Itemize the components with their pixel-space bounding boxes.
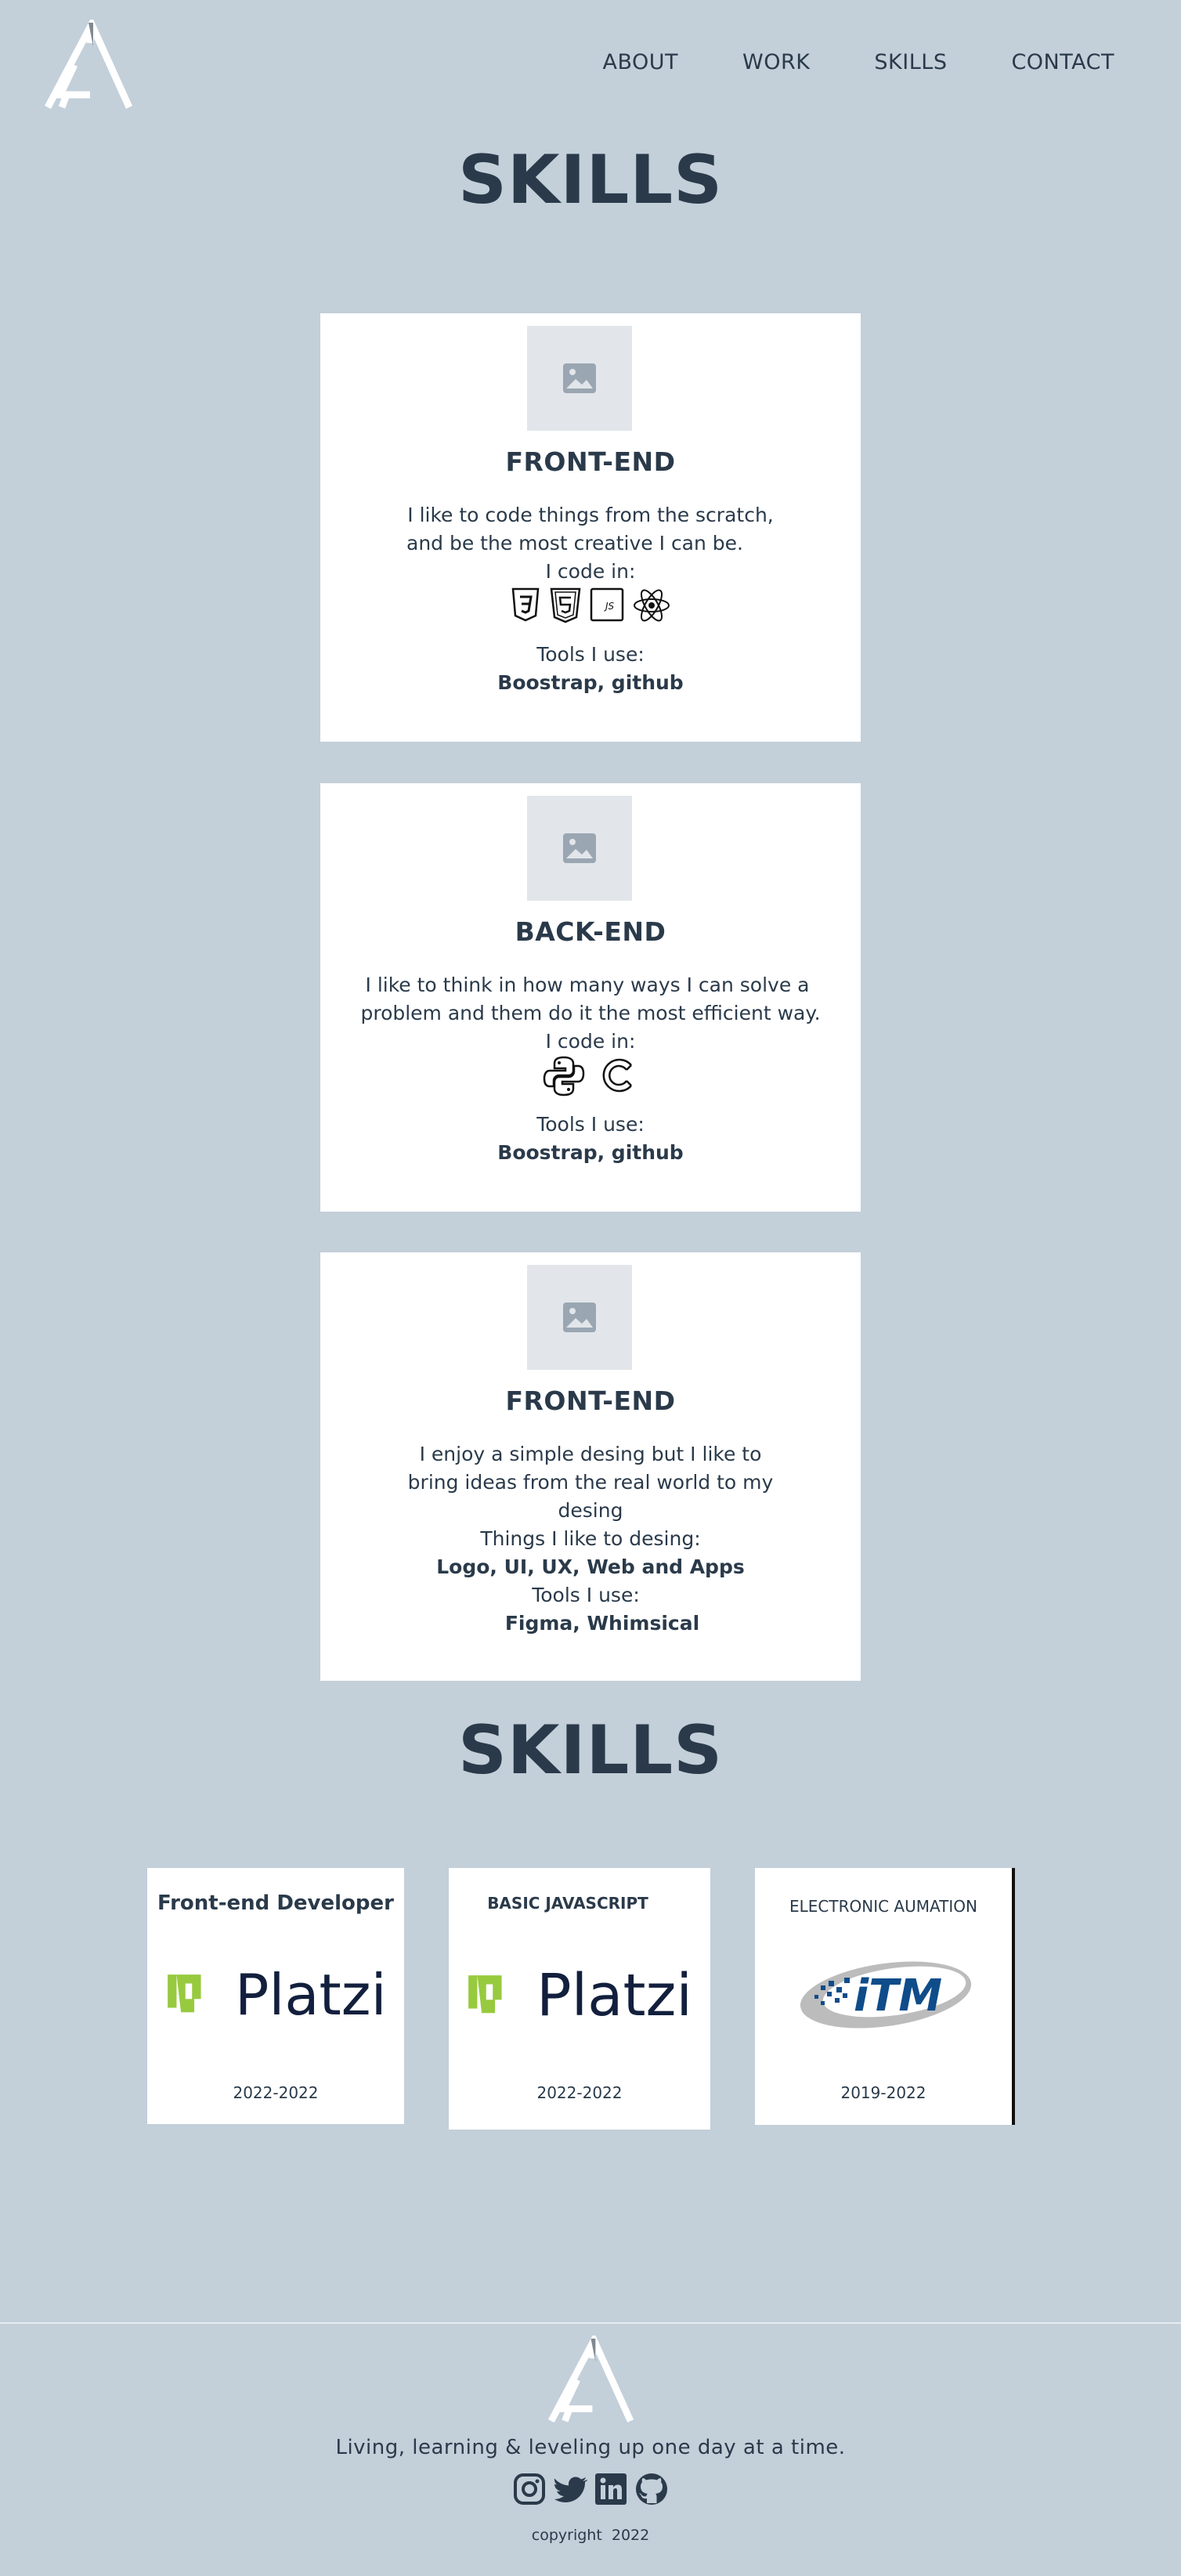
certificate-card[interactable]: Front-end Developer Platzi 2022-2022 [147, 1868, 404, 2124]
card-description: I enjoy a simple desing but I like to br… [320, 1440, 861, 1638]
footer-tagline: Living, learning & leveling up one day a… [335, 2436, 846, 2459]
card-description: I like to code things from the scratch, … [320, 501, 861, 586]
site-logo[interactable] [43, 20, 133, 110]
certifications-heading: SKILLS [457, 1711, 724, 1790]
css3-icon [511, 587, 540, 622]
javascript-icon: JS [590, 587, 624, 622]
card-title: BACK-END [515, 916, 666, 947]
description-line: problem and them do it the most efficien… [360, 1002, 821, 1024]
tools-list: Figma, Whimsical [504, 1612, 700, 1635]
description-line: I like to think in how many ways I can s… [365, 974, 810, 996]
certificate-title: BASIC JAVASCRIPT [487, 1894, 648, 1913]
certificate-years: 2022-2022 [536, 2083, 623, 2102]
python-icon [543, 1056, 585, 1097]
tools-section: Tools I use: Boostrap, github [320, 641, 861, 697]
svg-text:JS: JS [604, 601, 615, 612]
instagram-icon[interactable] [511, 2471, 547, 2507]
code-icons [320, 1054, 861, 1098]
github-icon[interactable] [634, 2471, 670, 2507]
certificate-title: Front-end Developer [157, 1891, 394, 1915]
image-icon [563, 833, 596, 863]
react-icon [634, 589, 670, 622]
image-placeholder [527, 796, 632, 901]
certificate-years: 2022-2022 [233, 2083, 319, 2102]
certificate-card[interactable]: ELECTRONIC AUMATION iTM 2019-2022 [755, 1868, 1015, 2125]
html5-icon [550, 587, 581, 623]
nav-contact[interactable]: CONTACT [1011, 50, 1114, 74]
twitter-icon[interactable] [552, 2471, 588, 2507]
nav-skills[interactable]: SKILLS [874, 50, 947, 74]
itm-logo: iTM [800, 1961, 972, 2029]
code-label: I code in: [545, 1030, 636, 1053]
code-icons: JS [320, 587, 861, 623]
linkedin-icon[interactable] [593, 2471, 629, 2507]
social-links [0, 2471, 1181, 2507]
main-nav: ABOUT WORK SKILLS CONTACT [538, 50, 1114, 74]
itm-wordmark: iTM [854, 1971, 942, 2021]
skill-card-design: FRONT-END I enjoy a simple desing but I … [320, 1252, 861, 1681]
platzi-wordmark: Platzi [235, 1962, 387, 2028]
tools-label: Tools I use: [536, 643, 645, 666]
certificate-title: ELECTRONIC AUMATION [789, 1897, 977, 1916]
code-label: I code in: [545, 560, 636, 583]
footer-logo[interactable] [547, 2336, 634, 2423]
description-line: and be the most creative I can be. [406, 532, 743, 555]
things-list: Logo, UI, UX, Web and Apps [436, 1555, 745, 1578]
certificate-card[interactable]: BASIC JAVASCRIPT Platzi 2022-2022 [449, 1868, 710, 2130]
tools-section: Tools I use: Boostrap, github [320, 1111, 861, 1167]
footer-divider [0, 2322, 1181, 2324]
platzi-logo: Platzi [468, 1962, 692, 2029]
image-icon [563, 363, 596, 393]
description-line: I like to code things from the scratch, [407, 504, 774, 526]
things-label: Things I like to desing: [480, 1527, 701, 1550]
nav-work[interactable]: WORK [742, 50, 810, 74]
image-placeholder [527, 1265, 632, 1370]
image-icon [563, 1302, 596, 1332]
description-line: I enjoy a simple desing but I like to [419, 1443, 762, 1465]
description-line: desing [558, 1499, 623, 1522]
skills-heading: SKILLS [457, 141, 724, 219]
tools-list: Boostrap, github [497, 671, 684, 694]
certificate-years: 2019-2022 [840, 2083, 926, 2102]
platzi-wordmark: Platzi [536, 1962, 692, 2029]
tools-label: Tools I use: [532, 1584, 640, 1606]
description-line: bring ideas from the real world to my [407, 1471, 774, 1494]
tools-label: Tools I use: [536, 1113, 645, 1136]
card-description: I like to think in how many ways I can s… [320, 971, 861, 1056]
tools-list: Boostrap, github [497, 1141, 684, 1164]
copyright: copyright 2022 [531, 2527, 650, 2544]
skill-card-backend: BACK-END I like to think in how many way… [320, 783, 861, 1212]
card-title: FRONT-END [505, 1386, 676, 1416]
c-language-icon [602, 1058, 632, 1093]
card-title: FRONT-END [505, 446, 676, 477]
image-placeholder [527, 326, 632, 431]
nav-about[interactable]: ABOUT [602, 50, 678, 74]
skill-card-frontend: FRONT-END I like to code things from the… [320, 313, 861, 742]
platzi-logo: Platzi [168, 1962, 387, 2028]
